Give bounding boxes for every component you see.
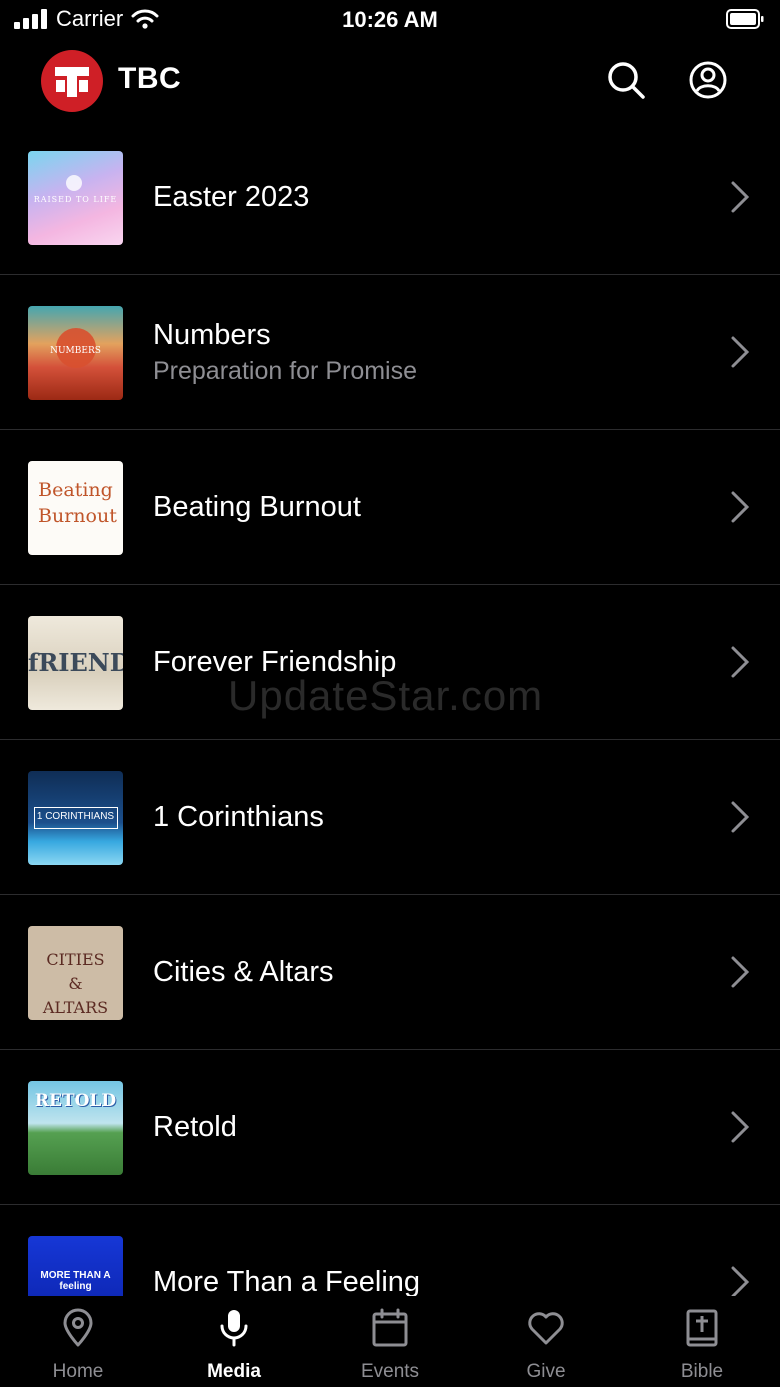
cross-logo-icon bbox=[55, 67, 89, 97]
series-title: More Than a Feeling bbox=[153, 1266, 421, 1296]
series-title: Cities & Altars bbox=[153, 956, 334, 988]
series-subtitle: Preparation for Promise bbox=[153, 357, 418, 385]
battery-icon bbox=[726, 9, 764, 29]
series-title: Easter 2023 bbox=[153, 181, 310, 213]
chevron-right-icon bbox=[731, 956, 750, 988]
tab-label: Events bbox=[360, 1361, 420, 1382]
tab-label: Bible bbox=[680, 1361, 724, 1382]
status-time: 10:26 AM bbox=[342, 7, 438, 32]
series-thumbnail: MORE THAN A feeling bbox=[28, 1236, 123, 1296]
calendar-icon bbox=[372, 1308, 408, 1347]
chevron-right-icon bbox=[731, 646, 750, 678]
series-thumbnail: fRIENDS bbox=[28, 616, 123, 710]
chevron-right-icon bbox=[731, 1111, 750, 1143]
series-title: 1 Corinthians bbox=[153, 801, 324, 833]
series-row-beating-burnout[interactable]: Beating Burnout Beating Burnout bbox=[0, 430, 780, 585]
chevron-right-icon bbox=[731, 801, 750, 833]
tab-give[interactable]: Give bbox=[468, 1296, 624, 1387]
series-title: Numbers bbox=[153, 319, 271, 351]
series-row-easter-2023[interactable]: RAISED TO LIFE Easter 2023 bbox=[0, 120, 780, 275]
status-bar: Carrier 10:26 AM bbox=[0, 0, 780, 40]
heart-icon bbox=[528, 1312, 564, 1345]
chevron-right-icon bbox=[731, 491, 750, 523]
series-row-numbers[interactable]: NUMBERS Numbers Preparation for Promise bbox=[0, 275, 780, 430]
search-icon bbox=[608, 62, 645, 99]
series-thumbnail: NUMBERS bbox=[28, 306, 123, 400]
series-row-1-corinthians[interactable]: 1 CORINTHIANS 1 Corinthians bbox=[0, 740, 780, 895]
tab-bible[interactable]: Bible bbox=[624, 1296, 780, 1387]
series-thumbnail: CITIES & ALTARS bbox=[28, 926, 123, 1020]
tab-label: Home bbox=[52, 1361, 104, 1382]
watermark: UpdateStar.com bbox=[228, 672, 544, 719]
series-row-retold[interactable]: RETOLD Retold bbox=[0, 1050, 780, 1205]
microphone-icon bbox=[220, 1310, 248, 1347]
account-button[interactable] bbox=[686, 58, 730, 102]
search-button[interactable] bbox=[604, 58, 648, 102]
bible-icon bbox=[686, 1309, 718, 1347]
tab-media[interactable]: Media bbox=[156, 1296, 312, 1387]
series-thumbnail: RAISED TO LIFE bbox=[28, 151, 123, 245]
app-header: TBC bbox=[0, 40, 780, 126]
series-thumbnail: Beating Burnout bbox=[28, 461, 123, 555]
series-title: Retold bbox=[153, 1111, 237, 1143]
chevron-right-icon bbox=[731, 336, 750, 368]
user-circle-icon bbox=[689, 61, 727, 99]
chevron-right-icon bbox=[731, 1266, 750, 1296]
tab-events[interactable]: Events bbox=[312, 1296, 468, 1387]
chevron-right-icon bbox=[731, 181, 750, 213]
tab-label: Give bbox=[526, 1361, 566, 1382]
map-pin-icon bbox=[63, 1308, 93, 1347]
series-row-cities-altars[interactable]: CITIES & ALTARS Cities & Altars bbox=[0, 895, 780, 1050]
series-thumbnail: 1 CORINTHIANS bbox=[28, 771, 123, 865]
tab-label: Media bbox=[207, 1361, 261, 1382]
tab-home[interactable]: Home bbox=[0, 1296, 156, 1387]
app-title: TBC bbox=[118, 62, 182, 95]
tab-bar: Home Media Events Give Bible bbox=[0, 1296, 780, 1387]
series-title: Beating Burnout bbox=[153, 491, 361, 523]
church-logo[interactable] bbox=[41, 50, 103, 112]
series-thumbnail: RETOLD bbox=[28, 1081, 123, 1175]
series-row-more-than-a-feeling[interactable]: MORE THAN A feeling More Than a Feeling bbox=[0, 1205, 780, 1296]
